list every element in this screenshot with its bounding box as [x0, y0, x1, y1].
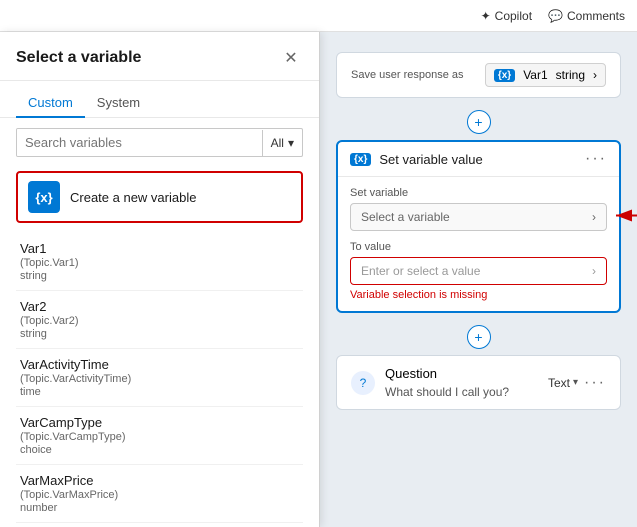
copilot-label: Copilot: [495, 9, 532, 23]
chevron-down-icon: ▾: [288, 136, 294, 150]
var-topic: (Topic.Var1): [20, 257, 299, 269]
var-type: string: [20, 328, 299, 340]
var-type: string: [20, 270, 299, 282]
panel-title: Select a variable: [16, 49, 141, 67]
variable-item-varactivitytime[interactable]: VarActivityTime (Topic.VarActivityTime) …: [16, 349, 303, 407]
var-topic: (Topic.VarActivityTime): [20, 373, 299, 385]
panel-header: Select a variable ✕: [0, 32, 319, 81]
error-message: Variable selection is missing: [350, 289, 607, 301]
var-topic: (Topic.VarMaxPrice): [20, 489, 299, 501]
question-options-dots[interactable]: ···: [584, 374, 606, 392]
filter-label: All: [271, 136, 284, 150]
select-variable-panel: Select a variable ✕ Custom System All ▾ …: [0, 32, 320, 527]
set-variable-title-group: {x} Set variable value: [350, 152, 483, 167]
close-icon: ✕: [284, 48, 297, 68]
comments-icon: 💬: [548, 9, 563, 23]
chevron-right-icon: ›: [592, 264, 596, 278]
plus-icon: +: [474, 329, 482, 345]
canvas-content: Save user response as {x} Var1 string › …: [320, 32, 637, 527]
close-button[interactable]: ✕: [279, 46, 303, 70]
plus-icon: +: [474, 114, 482, 130]
enter-value-placeholder: Enter or select a value: [361, 264, 480, 278]
set-variable-title: Set variable value: [379, 152, 482, 167]
var-type: number: [20, 502, 299, 514]
var-name: Var2: [20, 299, 299, 314]
create-var-icon: {x}: [28, 181, 60, 213]
top-bar: ✦ Copilot 💬 Comments: [0, 0, 637, 32]
create-var-label: Create a new variable: [70, 190, 196, 205]
set-variable-card: {x} Set variable value ··· Set variable …: [336, 140, 621, 313]
to-value-field[interactable]: Enter or select a value ›: [350, 257, 607, 285]
plus-button[interactable]: +: [467, 110, 491, 134]
set-var-badge: {x}: [350, 153, 371, 166]
question-type-dropdown[interactable]: Text ▾: [548, 376, 578, 390]
var-topic: (Topic.Var2): [20, 315, 299, 327]
save-response-value[interactable]: {x} Var1 string ›: [485, 63, 606, 87]
variable-item-var1[interactable]: Var1 (Topic.Var1) string: [16, 233, 303, 291]
variable-item-varcamptype[interactable]: VarCampType (Topic.VarCampType) choice: [16, 407, 303, 465]
var-badge: {x}: [494, 69, 515, 82]
question-title: Question: [385, 366, 509, 381]
question-info: Question What should I call you?: [385, 366, 509, 399]
question-type-label: Text: [548, 376, 570, 390]
var-type: choice: [20, 444, 299, 456]
red-arrow-indicator: [612, 206, 637, 229]
filter-dropdown[interactable]: All ▾: [262, 130, 302, 156]
var-type: time: [20, 386, 299, 398]
search-input[interactable]: [17, 129, 262, 156]
copilot-button[interactable]: ✦ Copilot: [481, 9, 532, 23]
variable-list: Var1 (Topic.Var1) string Var2 (Topic.Var…: [0, 233, 319, 527]
search-bar: All ▾: [16, 128, 303, 157]
variable-item-var2[interactable]: Var2 (Topic.Var2) string: [16, 291, 303, 349]
tabs: Custom System: [0, 81, 319, 118]
set-variable-header: {x} Set variable value ···: [338, 142, 619, 177]
chevron-right-icon: ›: [593, 68, 597, 82]
var1-name: Var1: [523, 68, 547, 82]
select-variable-placeholder: Select a variable: [361, 210, 450, 224]
tab-system[interactable]: System: [85, 89, 152, 118]
to-value-label: To value: [350, 241, 607, 253]
question-card: ? Question What should I call you? Text …: [336, 355, 621, 410]
options-dots[interactable]: ···: [585, 150, 607, 168]
select-variable-field[interactable]: Select a variable ›: [350, 203, 607, 231]
tab-custom[interactable]: Custom: [16, 89, 85, 118]
main-layout: Select a variable ✕ Custom System All ▾ …: [0, 32, 637, 527]
question-left: ? Question What should I call you?: [351, 366, 509, 399]
variable-item-varmaxprice[interactable]: VarMaxPrice (Topic.VarMaxPrice) number: [16, 465, 303, 523]
set-variable-label: Set variable: [350, 187, 607, 199]
question-right: Text ▾ ···: [548, 374, 606, 392]
comments-button[interactable]: 💬 Comments: [548, 9, 625, 23]
var-name: VarActivityTime: [20, 357, 299, 372]
copilot-icon: ✦: [481, 9, 491, 23]
comments-label: Comments: [567, 9, 625, 23]
plus-button-2[interactable]: +: [467, 325, 491, 349]
chevron-down-icon: ▾: [573, 377, 578, 388]
var1-type: string: [556, 68, 585, 82]
chevron-right-icon: ›: [592, 210, 596, 224]
question-sub: What should I call you?: [385, 385, 509, 399]
var-name: VarMaxPrice: [20, 473, 299, 488]
plus-connector-2: +: [336, 325, 621, 349]
var-topic: (Topic.VarCampType): [20, 431, 299, 443]
save-response-content: Save user response as {x} Var1 string ›: [337, 53, 620, 97]
create-variable-button[interactable]: {x} Create a new variable: [16, 171, 303, 223]
save-response-card: Save user response as {x} Var1 string ›: [336, 52, 621, 98]
set-variable-body: Set variable Select a variable ›: [338, 177, 619, 311]
plus-connector: +: [336, 110, 621, 134]
save-response-label: Save user response as: [351, 69, 464, 81]
question-icon: ?: [351, 371, 375, 395]
var-name: Var1: [20, 241, 299, 256]
var-name: VarCampType: [20, 415, 299, 430]
